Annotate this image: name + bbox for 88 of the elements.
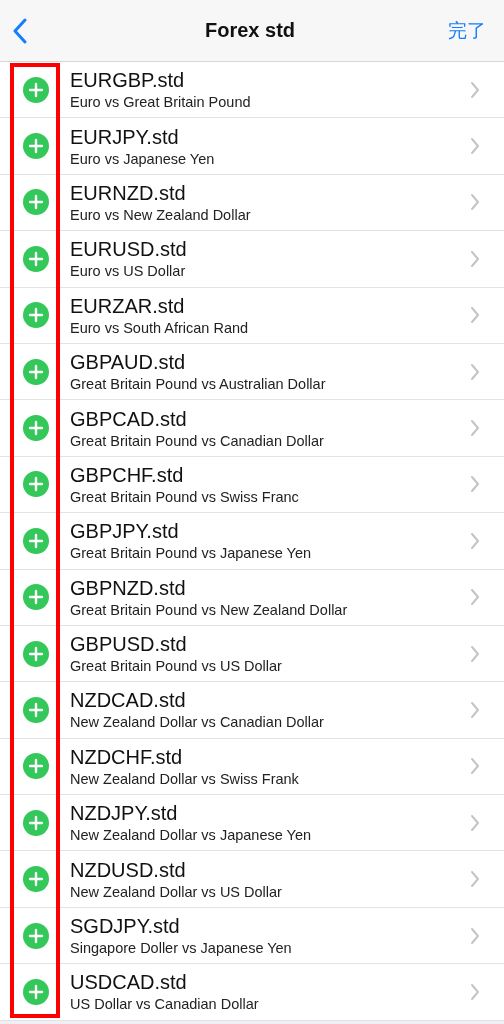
symbol-description: Great Britain Pound vs Canadian Dollar [70, 431, 325, 450]
symbol-name: GBPCAD.std [70, 406, 188, 431]
symbol-name: USDCAD.std [70, 970, 188, 995]
symbol-description: US Dollar vs Canadian Dollar [70, 995, 260, 1014]
symbol-name: SGDJPY.std [70, 914, 181, 939]
add-icon [23, 809, 49, 836]
symbol-description: Euro vs Great Britain Pound [70, 93, 252, 112]
symbol-row[interactable]: NZDCHF.std New Zealand Dollar vs Swiss Frank [0, 738, 504, 796]
symbol-name: EURJPY.std [70, 124, 180, 149]
symbol-description: Euro vs New Zealand Dollar [70, 205, 252, 224]
symbol-row[interactable]: GBPNZD.std Great Britain Pound vs New Zealand Dollar [0, 569, 504, 626]
done-button[interactable]: 完了 [444, 17, 490, 44]
chevron-icon [470, 870, 480, 889]
symbol-row[interactable]: USDCAD.std US Dollar vs Canadian Dollar [0, 964, 504, 1021]
chevron-icon [470, 362, 480, 381]
chevron-icon [470, 306, 480, 325]
add-icon [23, 358, 49, 385]
symbol-row[interactable]: NZDJPY.std New Zealand Dollar vs Japanese Yen [0, 795, 504, 852]
chevron-icon [470, 757, 480, 776]
symbol-row[interactable]: GBPUSD.std Great Britain Pound vs US Dollar [0, 625, 504, 683]
symbol-row[interactable]: EURNZD.std Euro vs New Zealand Dollar [0, 174, 504, 232]
symbol-row[interactable]: GBPCHF.std Great Britain Pound vs Swiss Franc [0, 456, 504, 514]
symbol-row[interactable]: NZDUSD.std New Zealand Dollar vs US Dollar [0, 851, 504, 908]
symbol-name: NZDCHF.std [70, 744, 184, 769]
add-icon [23, 471, 49, 498]
symbol-description: Great Britain Pound vs Swiss Franc [70, 487, 300, 506]
add-icon [23, 640, 49, 667]
symbol-description: Great Britain Pound vs Japanese Yen [70, 544, 313, 563]
chevron-icon [470, 419, 480, 438]
symbol-name: GBPNZD.std [70, 575, 187, 600]
add-icon [23, 189, 49, 216]
symbol-description: New Zealand Dollar vs US Dollar [70, 882, 283, 901]
chevron-icon [470, 926, 480, 945]
symbol-row[interactable]: EURUSD.std Euro vs US Dollar [0, 231, 504, 288]
chevron-icon [470, 813, 480, 832]
add-icon [23, 697, 49, 723]
symbol-row[interactable]: GBPCAD.std Great Britain Pound vs Canadian Dollar [0, 400, 504, 457]
symbol-name: EURUSD.std [70, 237, 188, 262]
add-icon [23, 133, 49, 160]
symbol-name: GBPJPY.std [70, 519, 180, 544]
symbol-name: GBPUSD.std [70, 632, 188, 657]
symbol-row[interactable]: GBPJPY.std Great Britain Pound vs Japanese Yen [0, 513, 504, 570]
chevron-icon [470, 80, 480, 99]
symbol-row[interactable]: SGDJPY.std Singapore Doller vs Japanese Yen [0, 907, 504, 965]
add-icon [23, 922, 49, 949]
symbol-description: New Zealand Dollar vs Canadian Dollar [70, 713, 325, 732]
chevron-icon [470, 701, 480, 719]
symbol-description: Great Britain Pound vs New Zealand Dollar [70, 600, 349, 619]
chevron-icon [470, 193, 480, 212]
add-icon [23, 866, 49, 893]
symbol-description: Euro vs Japanese Yen [70, 149, 216, 168]
symbol-row[interactable]: EURZAR.std Euro vs South African Rand [0, 287, 504, 344]
symbol-description: New Zealand Dollar vs Swiss Frank [70, 769, 300, 788]
symbol-name: EURZAR.std [70, 293, 186, 318]
chevron-icon [470, 137, 480, 156]
symbol-description: Great Britain Pound vs Australian Dollar [70, 375, 327, 394]
chevron-icon [470, 588, 480, 607]
chevron-icon [470, 531, 480, 550]
symbol-name: GBPAUD.std [70, 350, 187, 375]
symbol-row[interactable]: EURJPY.std Euro vs Japanese Yen [0, 118, 504, 175]
symbol-row[interactable]: NZDCAD.std New Zealand Dollar vs Canadian Dollar [0, 682, 504, 739]
add-icon [23, 76, 49, 103]
symbol-row[interactable]: EURGBP.std Euro vs Great Britain Pound [0, 62, 504, 119]
add-icon [23, 753, 49, 780]
chevron-icon [470, 475, 480, 494]
symbol-name: EURNZD.std [70, 180, 187, 205]
add-icon [23, 302, 49, 329]
symbol-description: New Zealand Dollar vs Japanese Yen [70, 826, 312, 845]
add-icon [23, 415, 49, 442]
add-icon [23, 978, 49, 1005]
back-icon [12, 17, 28, 44]
symbol-description: Great Britain Pound vs US Dollar [70, 657, 283, 676]
add-icon [23, 584, 49, 611]
chevron-icon [470, 982, 480, 1001]
chevron-icon [470, 249, 480, 268]
symbol-description: Euro vs US Dollar [70, 262, 187, 281]
symbol-name: NZDUSD.std [70, 857, 187, 882]
symbol-name: NZDJPY.std [70, 801, 179, 826]
screen-title: Forex std [205, 19, 295, 42]
symbol-description: Euro vs South African Rand [70, 318, 250, 337]
add-icon [23, 245, 49, 272]
symbol-description: Singapore Doller vs Japanese Yen [70, 939, 293, 958]
symbol-name: GBPCHF.std [70, 462, 185, 487]
chevron-icon [470, 644, 480, 663]
symbol-name: NZDCAD.std [70, 688, 187, 713]
symbol-row[interactable]: GBPAUD.std Great Britain Pound vs Australian Dollar [0, 343, 504, 401]
add-icon [23, 527, 49, 554]
symbol-name: EURGBP.std [70, 68, 186, 93]
